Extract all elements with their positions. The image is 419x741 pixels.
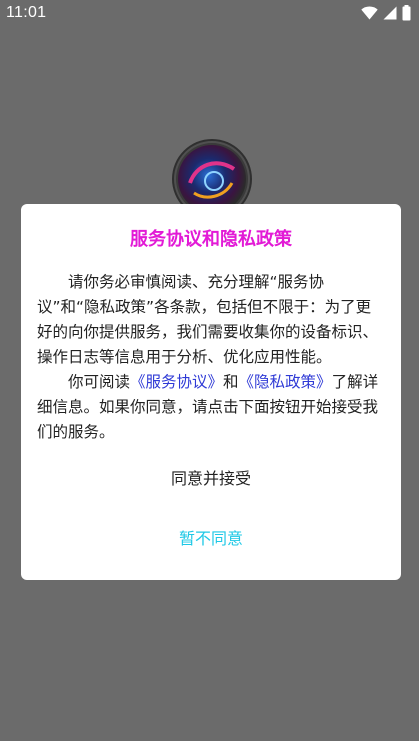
dialog-paragraph-1: 请你务必审慎阅读、充分理解“服务协议”和“隐私政策”各条款，包括但不限于：为了更… [37,273,379,366]
dialog-body: 请你务必审慎阅读、充分理解“服务协议”和“隐私政策”各条款，包括但不限于：为了更… [37,270,385,445]
privacy-policy-link[interactable]: 《隐私政策》 [239,373,332,391]
privacy-dialog: 服务协议和隐私政策 请你务必审慎阅读、充分理解“服务协议”和“隐私政策”各条款，… [21,204,401,580]
screen: 11:01 服务协议和隐私政策 请你务必审慎阅读、充分理解“服务协议”和“隐私政… [0,0,419,741]
cellular-signal-icon [383,6,397,20]
status-bar: 11:01 [0,0,419,28]
agree-button[interactable]: 同意并接受 [21,466,401,492]
status-icons [361,5,411,21]
dialog-title: 服务协议和隐私政策 [130,229,292,250]
battery-icon [402,5,411,21]
paragraph2-and: 和 [223,373,239,391]
service-agreement-link[interactable]: 《服务协议》 [130,373,223,391]
disagree-button[interactable]: 暂不同意 [21,526,401,552]
dialog-paragraph-2: 你可阅读《服务协议》和《隐私政策》了解详细信息。如果你同意，请点击下面按钮开始接… [37,370,385,445]
status-time: 11:01 [6,4,47,21]
paragraph2-prefix: 你可阅读 [68,373,131,391]
wifi-icon [361,6,378,20]
